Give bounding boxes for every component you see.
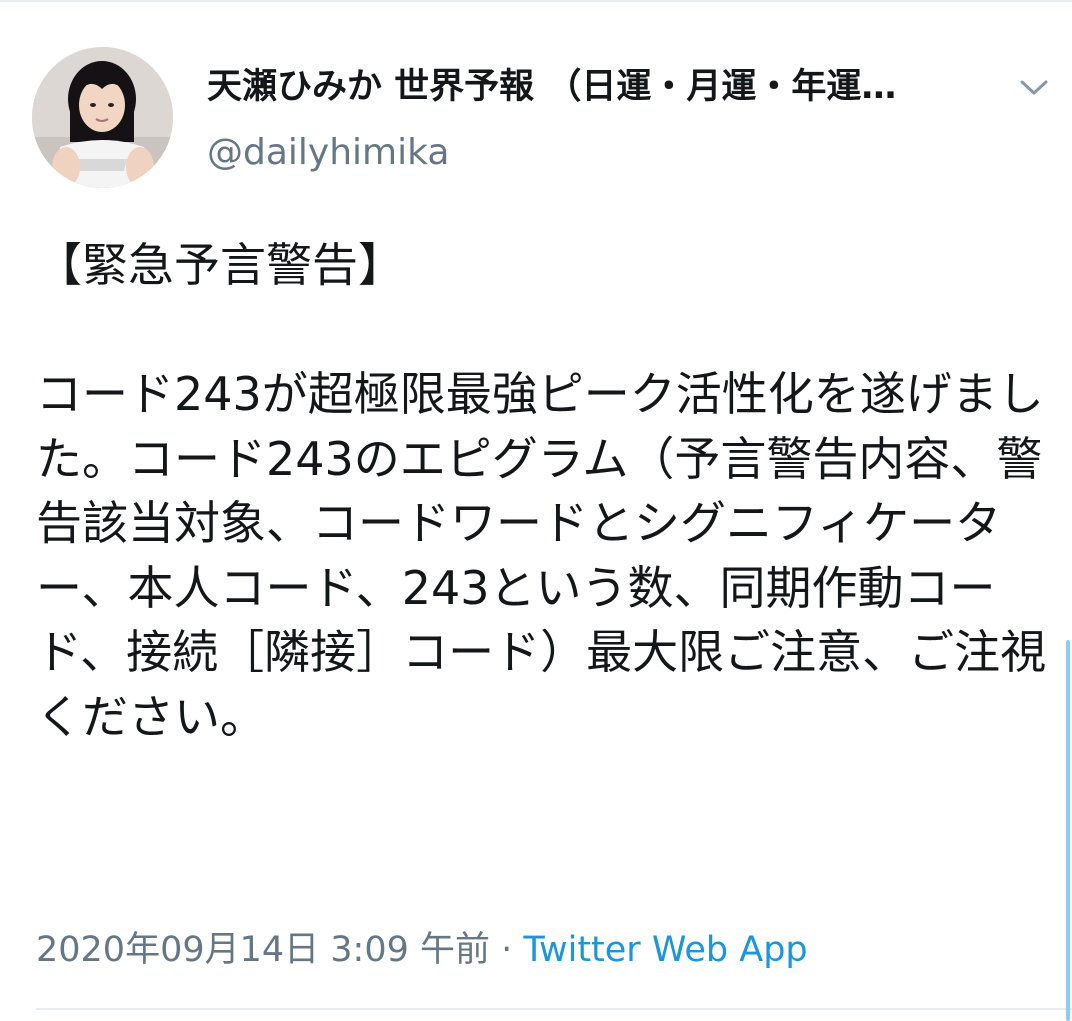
tweet-source-link[interactable]: Twitter Web App (523, 930, 807, 970)
tweet-menu-button[interactable] (1012, 66, 1056, 110)
avatar[interactable] (32, 47, 173, 188)
top-divider (0, 0, 1072, 2)
author-display-name[interactable]: 天瀬ひみか 世界予報 （日運・月運・年運… (207, 62, 997, 112)
tweet-meta: 2020年09月14日 3:09 午前 · Twitter Web App (36, 925, 808, 975)
scrollbar[interactable] (1066, 640, 1070, 1021)
author-handle[interactable]: @dailyhimika (207, 128, 449, 178)
tweet-text: 【緊急予言警告】 コード243が超極限最強ピーク活性化を遂げました。コード243… (36, 238, 1047, 744)
profile-photo (32, 47, 173, 188)
meta-separator: · (490, 930, 524, 970)
tweet-timestamp[interactable]: 2020年09月14日 3:09 午前 (36, 930, 490, 970)
chevron-down-icon (1020, 80, 1048, 95)
bottom-divider (36, 1008, 1072, 1010)
